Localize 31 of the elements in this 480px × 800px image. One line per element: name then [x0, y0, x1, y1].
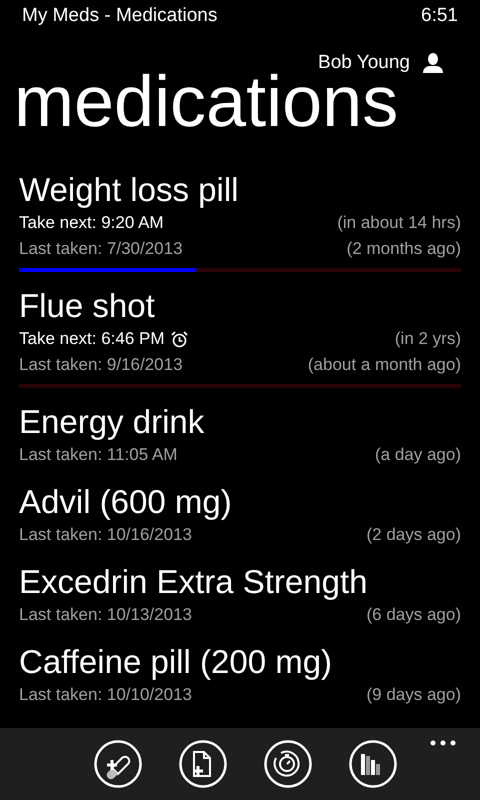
last-taken-date: Last taken: 9/16/2013: [19, 354, 183, 376]
medication-name: Caffeine pill (200 mg): [19, 642, 334, 682]
last-taken-relative: (a day ago): [375, 444, 461, 466]
medication-name: Excedrin Extra Strength: [19, 562, 368, 602]
last-taken-relative: (about a month ago): [308, 354, 461, 376]
medication-name: Weight loss pill: [19, 170, 240, 210]
next-dose-time: Take next: 6:46 PM: [19, 328, 165, 350]
person-icon: [422, 52, 444, 74]
more-icon[interactable]: [430, 740, 456, 746]
next-dose-relative: (in 2 yrs): [394, 328, 461, 350]
last-taken-date: Last taken: 10/16/2013: [19, 524, 192, 546]
last-taken-date: Last taken: 10/10/2013: [19, 684, 192, 706]
medication-name: Advil (600 mg): [19, 482, 233, 522]
next-dose-time: Take next: 9:20 AM: [19, 212, 164, 234]
medication-name: Flue shot: [19, 286, 156, 326]
next-dose-relative: (in about 14 hrs): [337, 212, 461, 234]
last-taken-relative: (2 days ago): [366, 524, 461, 546]
user-name: Bob Young: [318, 50, 410, 74]
app-title: My Meds - Medications: [22, 4, 218, 28]
last-taken-relative: (9 days ago): [366, 684, 461, 706]
medication-name: Energy drink: [19, 402, 206, 442]
last-taken-date: Last taken: 10/13/2013: [19, 604, 192, 626]
last-taken-relative: (6 days ago): [366, 604, 461, 626]
pill-plus-icon[interactable]: [94, 740, 142, 788]
last-taken-relative: (2 months ago): [346, 238, 461, 260]
last-taken-date: Last taken: 7/30/2013: [19, 238, 183, 260]
document-plus-icon[interactable]: [178, 740, 226, 788]
stopwatch-icon[interactable]: [264, 740, 312, 788]
last-taken-date: Last taken: 11:05 AM: [19, 444, 178, 466]
clock-time: 6:51: [421, 4, 458, 28]
bar-chart-icon[interactable]: [348, 740, 396, 788]
